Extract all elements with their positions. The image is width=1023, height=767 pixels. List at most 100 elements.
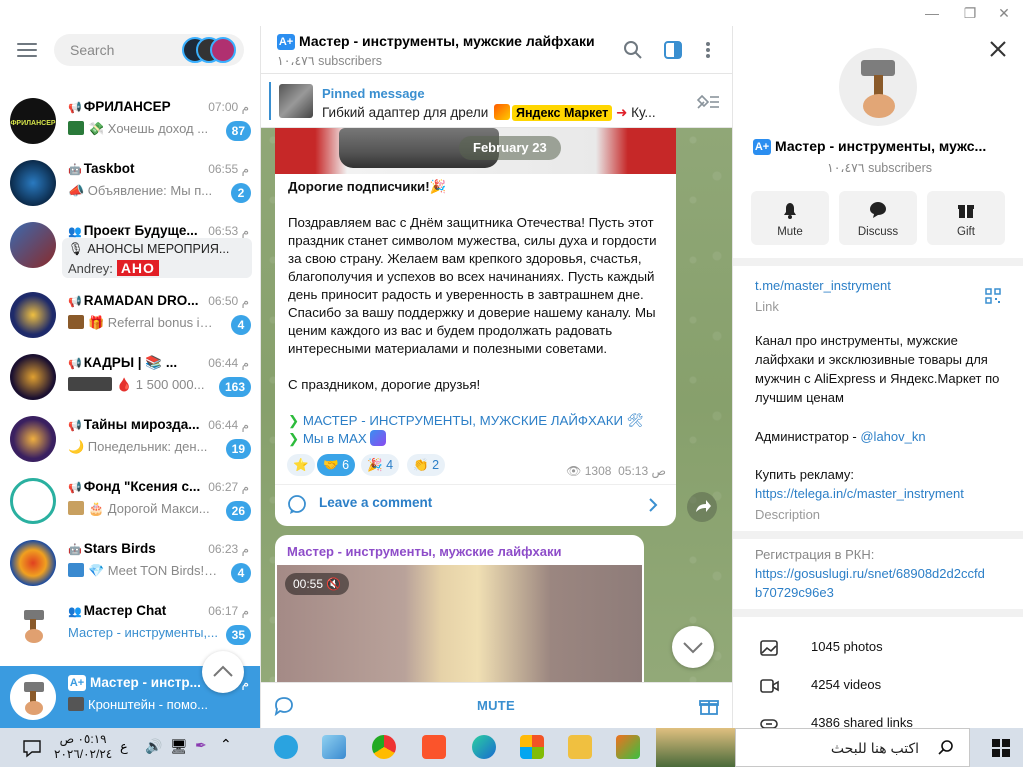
window-titlebar: — ❐ ✕ [0, 0, 1023, 26]
megaphone-icon: 📢 [68, 296, 82, 308]
group-icon: 👥 [68, 226, 82, 238]
chevron-up-icon[interactable]: ⌃ [220, 736, 232, 753]
more-vertical-icon[interactable] [698, 40, 718, 60]
language-indicator[interactable]: ع [120, 739, 128, 755]
search-input[interactable]: Search [54, 34, 244, 66]
clock[interactable]: ٠٥:١٩ ص ٢٠٢٦/٠٢/٢٤ [54, 732, 112, 762]
media-links-row[interactable]: 4386 shared links [757, 712, 1007, 728]
reaction-party[interactable]: 🎉 4 [361, 454, 400, 476]
qr-code-icon[interactable] [985, 288, 1001, 304]
chat-footer: MUTE [261, 682, 732, 728]
reaction-star[interactable]: ⭐ [287, 454, 315, 476]
edge-app-icon[interactable] [472, 735, 496, 759]
gift-icon[interactable] [698, 695, 720, 717]
scroll-down-button[interactable] [672, 626, 714, 668]
message-bubble[interactable]: February 23 Дорогие подписчики!🎉 Поздрав… [275, 128, 676, 526]
chat-preview: 📣 Объявление: Мы п... [68, 183, 213, 198]
discuss-action-button[interactable]: Discuss [839, 191, 917, 245]
chat-item[interactable]: 👥 Проект Будуще... 06:53 م 🎙 АНОНСЫ МЕРОП… [0, 214, 260, 284]
message-area[interactable]: February 23 Дорогие подписчики!🎉 Поздрав… [261, 128, 732, 682]
discussion-icon[interactable] [273, 695, 295, 717]
megaphone-icon: 📢 [68, 358, 82, 370]
pen-icon[interactable]: ✒ [195, 737, 207, 754]
channel-description: Канал про инструменты, мужские лайфхаки … [755, 333, 1000, 405]
telegram-app-icon[interactable] [274, 735, 298, 759]
date-separator: February 23 [459, 136, 561, 160]
game-app-icon[interactable] [616, 735, 640, 759]
side-panel-icon[interactable] [663, 40, 683, 60]
chrome-app-icon[interactable] [372, 735, 396, 759]
explorer-app-icon[interactable] [568, 735, 592, 759]
anons-tag: АНО [116, 260, 159, 276]
chat-item[interactable]: 🤖 Taskbot 06:55 م 📣 Объявление: Мы п... 2 [0, 152, 260, 214]
brave-app-icon[interactable] [422, 735, 446, 759]
pinned-message-bar[interactable]: Pinned message Гибкий адаптер для дрели … [261, 74, 732, 128]
search-icon[interactable] [623, 40, 643, 60]
rkn-link[interactable]: https://gosuslugi.ru/snet/68908d2d2ccfd b… [755, 564, 1010, 602]
max-logo-icon [370, 430, 387, 446]
volume-icon[interactable]: 🔊 [145, 738, 162, 755]
chat-time: 06:53 م [208, 224, 249, 238]
video-duration: 00:55 🔇 [285, 573, 350, 595]
leave-comment-button[interactable]: Leave a comment [287, 492, 667, 516]
share-button[interactable] [687, 492, 717, 522]
restore-icon[interactable]: ❐ [953, 0, 987, 26]
chat-item[interactable]: 📢 RAMADAN DRO... 06:50 م 🎁 Referral bonus… [0, 284, 260, 346]
chat-preview: 🩸 1 500 000... [68, 377, 218, 393]
chat-item[interactable]: 👥 Мастер Chat 06:17 م Мастер - инструмент… [0, 594, 260, 656]
mute-action-button[interactable]: Mute [751, 191, 829, 245]
reaction-clap[interactable]: 👏 2 [407, 454, 446, 476]
chat-preview: 🎂 Дорогой Макси... [68, 501, 218, 517]
close-window-icon[interactable]: ✕ [987, 0, 1021, 26]
channel-avatar[interactable] [839, 48, 917, 126]
avatar [10, 478, 56, 524]
chat-item[interactable]: 📢 Тайны мирозда... 06:44 م 🌙 Понедельник:… [0, 408, 260, 470]
chat-item[interactable]: 📢 Фонд "Ксения с... 06:27 م 🎂 Дорогой Мак… [0, 470, 260, 532]
section-separator [733, 258, 1023, 266]
ads-link[interactable]: https://telega.in/c/master_instryment [755, 484, 1010, 503]
taskbar-search[interactable]: اكتب هنا للبحث [735, 728, 970, 767]
chat-item[interactable]: 📢 КАДРЫ | 📚 ... 06:44 م 🩸 1 500 000... 16… [0, 346, 260, 408]
eye-icon: 👁 [566, 464, 582, 478]
chat-header[interactable]: A+ Мастер - инструменты, мужские лайфхаки… [261, 26, 732, 74]
pin-list-icon[interactable] [694, 92, 720, 112]
chevron-right-icon [649, 498, 658, 512]
story-avatar[interactable] [210, 37, 236, 63]
scroll-up-button[interactable] [202, 651, 244, 693]
channel-title[interactable]: A+ Мастер - инструменты, мужские лайфхаки [277, 33, 595, 50]
mute-button[interactable]: MUTE [461, 698, 531, 713]
chat-name: 👥 Мастер Chat [68, 603, 167, 618]
message-bubble[interactable]: Мастер - инструменты, мужские лайфхаки 0… [275, 535, 644, 682]
photo-icon [760, 640, 778, 656]
admin-link[interactable]: @lahov_kn [860, 429, 925, 444]
link-label: Link [755, 299, 779, 314]
reaction-handshake[interactable]: 🤝 6 [317, 454, 356, 476]
preview-image [68, 501, 84, 515]
preview-image [68, 121, 84, 135]
close-icon[interactable] [989, 40, 1007, 58]
chat-sidebar: Search ФРИЛАНСЕР 📢 ФРИЛАНСЕР 07:00 م 💸 Хо… [0, 26, 261, 728]
windows-start-icon[interactable] [992, 739, 1010, 757]
max-link[interactable]: ❯ Мы в MAX [288, 430, 666, 448]
media-photos-row[interactable]: 1045 photos [757, 636, 1007, 658]
gift-action-button[interactable]: Gift [927, 191, 1005, 245]
menu-icon[interactable] [17, 43, 37, 57]
store-app-icon[interactable] [520, 735, 544, 759]
chat-item[interactable]: ФРИЛАНСЕР 📢 ФРИЛАНСЕР 07:00 م 💸 Хочешь до… [0, 90, 260, 152]
media-videos-row[interactable]: 4254 videos [757, 674, 1007, 696]
stories-avatars[interactable] [182, 37, 240, 63]
notification-icon[interactable] [22, 738, 42, 758]
rkn-title: Регистрация в РКН: [755, 547, 875, 562]
network-icon[interactable]: 🖥 [170, 738, 188, 755]
bell-icon [784, 203, 796, 219]
notes-app-icon[interactable] [322, 735, 346, 759]
chat-item[interactable]: 🤖 Stars Birds 06:23 م 💎 Meet TON Birds! .… [0, 532, 260, 594]
chat-time: 06:23 م [208, 542, 249, 556]
channel-link[interactable]: ❯ МАСТЕР - ИНСТРУМЕНТЫ, МУЖСКИЕ ЛАЙФХАКИ… [288, 412, 666, 430]
message-video[interactable]: 00:55 🔇 [277, 565, 642, 682]
unread-badge: 26 [225, 501, 251, 521]
minimize-icon[interactable]: — [915, 0, 949, 26]
channel-link[interactable]: t.me/master_instryment [755, 278, 891, 293]
preview-image [68, 563, 84, 577]
svg-text:ФРИЛАНСЕР: ФРИЛАНСЕР [10, 120, 55, 127]
